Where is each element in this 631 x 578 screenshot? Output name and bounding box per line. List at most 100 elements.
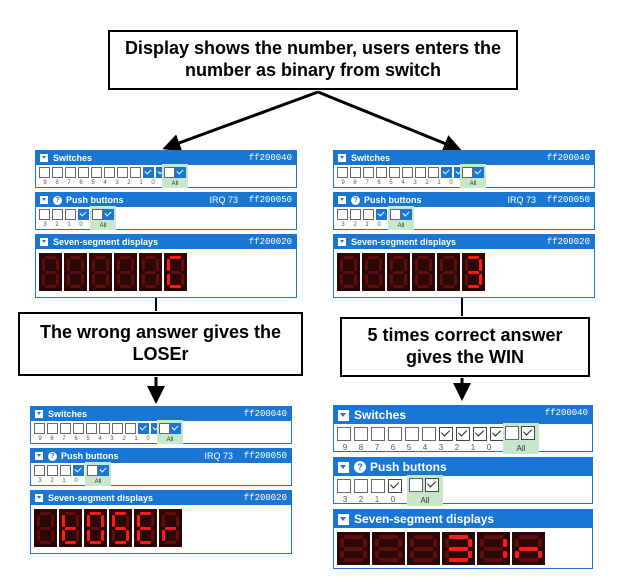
- switch-0-checkbox[interactable]: [490, 427, 504, 441]
- buttons-all-off-checkbox[interactable]: [409, 478, 423, 492]
- collapse-toggle-icon[interactable]: [338, 154, 346, 162]
- switch-9-checkbox[interactable]: [337, 167, 348, 178]
- switch-3-checkbox[interactable]: [415, 167, 426, 178]
- switches-all-group[interactable]: All: [460, 164, 486, 188]
- switch-4-checkbox[interactable]: [104, 167, 115, 178]
- switch-8-checkbox[interactable]: [350, 167, 361, 178]
- segment-a: [393, 256, 404, 259]
- switch-9-checkbox[interactable]: [337, 427, 351, 441]
- switch-8-checkbox[interactable]: [52, 167, 63, 178]
- switch-2-checkbox[interactable]: [428, 167, 439, 178]
- switches-all-off-checkbox[interactable]: [159, 423, 170, 434]
- switch-5-checkbox[interactable]: [91, 167, 102, 178]
- help-icon[interactable]: ?: [53, 195, 62, 205]
- collapse-toggle-icon[interactable]: [40, 154, 48, 162]
- switch-4-checkbox[interactable]: [402, 167, 413, 178]
- button-1-checkbox[interactable]: [60, 465, 71, 476]
- buttons-all-group[interactable]: All: [388, 206, 414, 230]
- button-2-checkbox[interactable]: [47, 465, 58, 476]
- collapse-toggle-icon[interactable]: [40, 238, 48, 246]
- collapse-toggle-icon[interactable]: [40, 196, 48, 204]
- switches-all-on-checkbox[interactable]: [175, 167, 186, 178]
- buttons-all-off-checkbox[interactable]: [87, 465, 98, 476]
- switches-all-on-checkbox[interactable]: [473, 167, 484, 178]
- button-3-checkbox[interactable]: [337, 479, 351, 493]
- switches-all-group[interactable]: All: [503, 423, 539, 454]
- switch-9-checkbox[interactable]: [34, 423, 45, 434]
- switch-7-checkbox[interactable]: [363, 167, 374, 178]
- button-3-checkbox[interactable]: [39, 209, 50, 220]
- switches-all-off-checkbox[interactable]: [505, 426, 519, 440]
- buttons-all-on-checkbox[interactable]: [103, 209, 114, 220]
- push-buttons-panel: ? Push buttons 3 2 1 0 All: [333, 457, 593, 506]
- irq-label: IRQ 73: [204, 451, 233, 461]
- switches-all-off-checkbox[interactable]: [164, 167, 175, 178]
- switch-8-checkbox[interactable]: [47, 423, 58, 434]
- button-2-checkbox[interactable]: [52, 209, 63, 220]
- switch-2-checkbox[interactable]: [456, 427, 470, 441]
- switch-7-checkbox[interactable]: [371, 427, 385, 441]
- button-0-checkbox[interactable]: [78, 209, 89, 220]
- button-1-checkbox[interactable]: [65, 209, 76, 220]
- buttons-all-off-checkbox[interactable]: [390, 209, 401, 220]
- button-2-checkbox[interactable]: [350, 209, 361, 220]
- button-0-checkbox[interactable]: [376, 209, 387, 220]
- buttons-all-group[interactable]: All: [407, 475, 443, 506]
- button-3-checkbox[interactable]: [337, 209, 348, 220]
- switches-all-group[interactable]: All: [162, 164, 188, 188]
- button-label: 2: [50, 478, 54, 484]
- switch-1-checkbox[interactable]: [138, 423, 149, 434]
- switch-5-checkbox[interactable]: [86, 423, 97, 434]
- button-1-checkbox[interactable]: [363, 209, 374, 220]
- switch-6-checkbox[interactable]: [78, 167, 89, 178]
- collapse-toggle-icon[interactable]: [338, 409, 349, 421]
- collapse-toggle-icon[interactable]: [35, 452, 43, 460]
- switch-4-checkbox[interactable]: [422, 427, 436, 441]
- switches-all-on-checkbox[interactable]: [521, 426, 535, 440]
- switch-7-checkbox[interactable]: [65, 167, 76, 178]
- switch-6-checkbox[interactable]: [73, 423, 84, 434]
- collapse-toggle-icon[interactable]: [35, 494, 43, 502]
- switch-6-checkbox[interactable]: [376, 167, 387, 178]
- collapse-toggle-icon[interactable]: [338, 196, 346, 204]
- switch-2-checkbox[interactable]: [130, 167, 141, 178]
- buttons-all-group[interactable]: All: [85, 462, 111, 486]
- switch-8-checkbox[interactable]: [354, 427, 368, 441]
- switch-2-checkbox[interactable]: [125, 423, 136, 434]
- switch-4-checkbox[interactable]: [99, 423, 110, 434]
- segment-a: [45, 256, 56, 259]
- switch-6-checkbox[interactable]: [388, 427, 402, 441]
- buttons-all-group[interactable]: All: [90, 206, 116, 230]
- switch-1-checkbox[interactable]: [143, 167, 154, 178]
- button-3-checkbox[interactable]: [34, 465, 45, 476]
- button-0-checkbox[interactable]: [388, 479, 402, 493]
- switch-7-checkbox[interactable]: [60, 423, 71, 434]
- switches-all-off-checkbox[interactable]: [462, 167, 473, 178]
- switch-5-checkbox[interactable]: [389, 167, 400, 178]
- help-icon[interactable]: ?: [48, 451, 57, 461]
- collapse-toggle-icon[interactable]: [338, 238, 346, 246]
- switches-all-group[interactable]: All: [157, 420, 183, 444]
- switch-5-checkbox[interactable]: [405, 427, 419, 441]
- switch-3-checkbox[interactable]: [117, 167, 128, 178]
- collapse-toggle-icon[interactable]: [35, 410, 43, 418]
- switch-row: [34, 423, 164, 434]
- help-icon[interactable]: ?: [354, 461, 366, 473]
- switch-1-checkbox[interactable]: [473, 427, 487, 441]
- help-icon[interactable]: ?: [351, 195, 360, 205]
- buttons-all-on-checkbox[interactable]: [401, 209, 412, 220]
- button-2-checkbox[interactable]: [354, 479, 368, 493]
- buttons-all-on-checkbox[interactable]: [425, 478, 439, 492]
- switches-all-on-checkbox[interactable]: [170, 423, 181, 434]
- switch-3-checkbox[interactable]: [439, 427, 453, 441]
- buttons-all-off-checkbox[interactable]: [92, 209, 103, 220]
- button-1-checkbox[interactable]: [371, 479, 385, 493]
- switch-9-checkbox[interactable]: [39, 167, 50, 178]
- switch-1-checkbox[interactable]: [441, 167, 452, 178]
- segment-c: [176, 529, 179, 541]
- collapse-toggle-icon[interactable]: [338, 513, 349, 525]
- collapse-toggle-icon[interactable]: [338, 461, 349, 473]
- switch-3-checkbox[interactable]: [112, 423, 123, 434]
- buttons-all-on-checkbox[interactable]: [98, 465, 109, 476]
- button-0-checkbox[interactable]: [73, 465, 84, 476]
